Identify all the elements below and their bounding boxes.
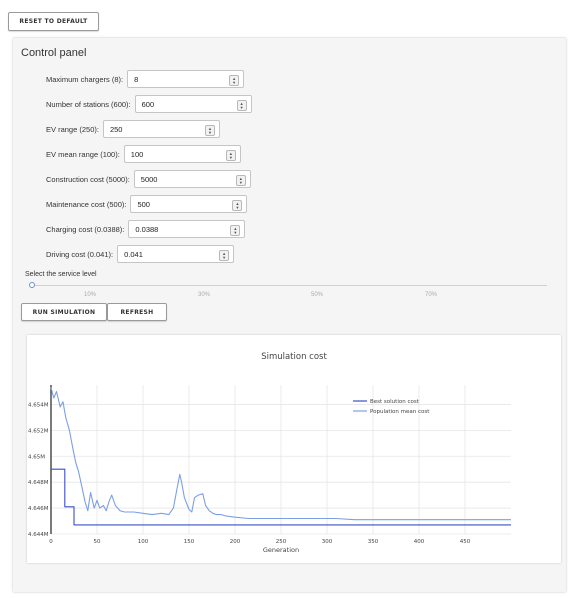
field-label: Driving cost (0.041): [46,249,114,259]
field-charging-cost: Charging cost (0.0388): 0.0388 ▲ ▼ [46,219,246,239]
service-level-slider-thumb[interactable] [29,282,35,288]
slider-tick-label: 70% [425,292,438,298]
spinner-arrows-icon[interactable]: ▲ ▼ [219,250,230,261]
maximum-chargers-input[interactable]: 8 ▲ ▼ [127,70,245,88]
field-label: Maximum chargers (8): [46,74,124,84]
legend-label: Population mean cost [370,409,430,415]
legend-label: Best solution cost [370,399,420,405]
field-maximum-chargers: Maximum chargers (8): 8 ▲ ▼ [46,69,245,89]
slider-tick-label: 10% [84,292,97,298]
field-construction-cost: Construction cost (5000): 5000 ▲ ▼ [46,169,251,189]
x-tick-label: 400 [414,539,425,545]
y-tick-label: 4.648M [28,480,49,486]
ev-mean-range-input[interactable]: 100 ▲ ▼ [123,145,241,163]
field-label: EV mean range (100): [46,149,120,159]
y-tick-label: 4.646M [28,506,49,512]
field-label: Number of stations (600): [46,99,131,109]
ev-range-input[interactable]: 250 ▲ ▼ [102,120,220,138]
field-maintenance-cost: Maintenance cost (500): 500 ▲ ▼ [46,194,248,214]
y-tick-label: 4.654M [28,402,49,408]
x-tick-label: 300 [322,539,333,545]
chart-svg: Simulation cost 4.644M 4.646M 4.648M 4.65M 4.… [28,352,511,554]
run-simulation-button[interactable]: RUN SIMULATION [21,303,107,321]
charging-cost-input[interactable]: 0.0388 ▲ ▼ [128,220,246,238]
driving-cost-input[interactable]: 0.041 ▲ ▼ [117,245,235,263]
field-label: Construction cost (5000): [46,174,130,184]
service-level-label: Select the service level [25,271,97,278]
spinner-arrows-icon[interactable]: ▲ ▼ [204,125,215,136]
simulation-cost-chart: Simulation cost 4.644M 4.646M 4.648M 4.65M 4.… [27,335,561,563]
spinner-arrows-icon[interactable]: ▲ ▼ [235,175,246,186]
field-label: Charging cost (0.0388): [46,224,125,234]
x-tick-label: 0 [49,539,53,545]
y-tick-label: 4.65M [28,454,45,460]
y-tick-label: 4.644M [28,532,49,538]
reset-to-default-button[interactable]: RESET TO DEFAULT [8,12,99,31]
x-tick-label: 200 [230,539,241,545]
number-of-stations-input[interactable]: 600 ▲ ▼ [134,95,252,113]
spinner-arrows-icon[interactable]: ▲ ▼ [236,100,247,111]
field-number-of-stations: Number of stations (600): 600 ▲ ▼ [46,94,252,114]
spinner-arrows-icon[interactable]: ▲ ▼ [225,150,236,161]
construction-cost-input[interactable]: 5000 ▲ ▼ [133,170,251,188]
maintenance-cost-input[interactable]: 500 ▲ ▼ [130,195,248,213]
slider-tick-label: 30% [198,292,211,298]
chart-title: Simulation cost [261,352,327,362]
x-axis-label: Generation [263,546,299,554]
panel-title: Control panel [21,47,87,59]
x-tick-label: 50 [94,539,101,545]
control-panel: Control panel Maximum chargers (8): 8 ▲ ▼… [13,38,566,592]
x-tick-label: 450 [460,539,471,545]
field-label: EV range (250): [46,124,99,134]
spinner-arrows-icon[interactable]: ▲ ▼ [229,75,240,86]
spinner-arrows-icon[interactable]: ▲ ▼ [230,225,241,236]
refresh-button[interactable]: REFRESH [107,303,167,321]
field-driving-cost: Driving cost (0.041): 0.041 ▲ ▼ [46,244,235,264]
x-tick-label: 150 [184,539,195,545]
spinner-arrows-icon[interactable]: ▲ ▼ [232,200,243,211]
slider-tick-label: 50% [311,292,324,298]
field-ev-mean-range: EV mean range (100): 100 ▲ ▼ [46,144,241,164]
field-ev-range: EV range (250): 250 ▲ ▼ [46,119,220,139]
service-level-slider-track[interactable] [33,285,547,286]
field-label: Maintenance cost (500): [46,199,127,209]
x-tick-label: 350 [368,539,379,545]
x-tick-label: 250 [276,539,287,545]
y-tick-label: 4.652M [28,428,49,434]
x-tick-label: 100 [138,539,149,545]
